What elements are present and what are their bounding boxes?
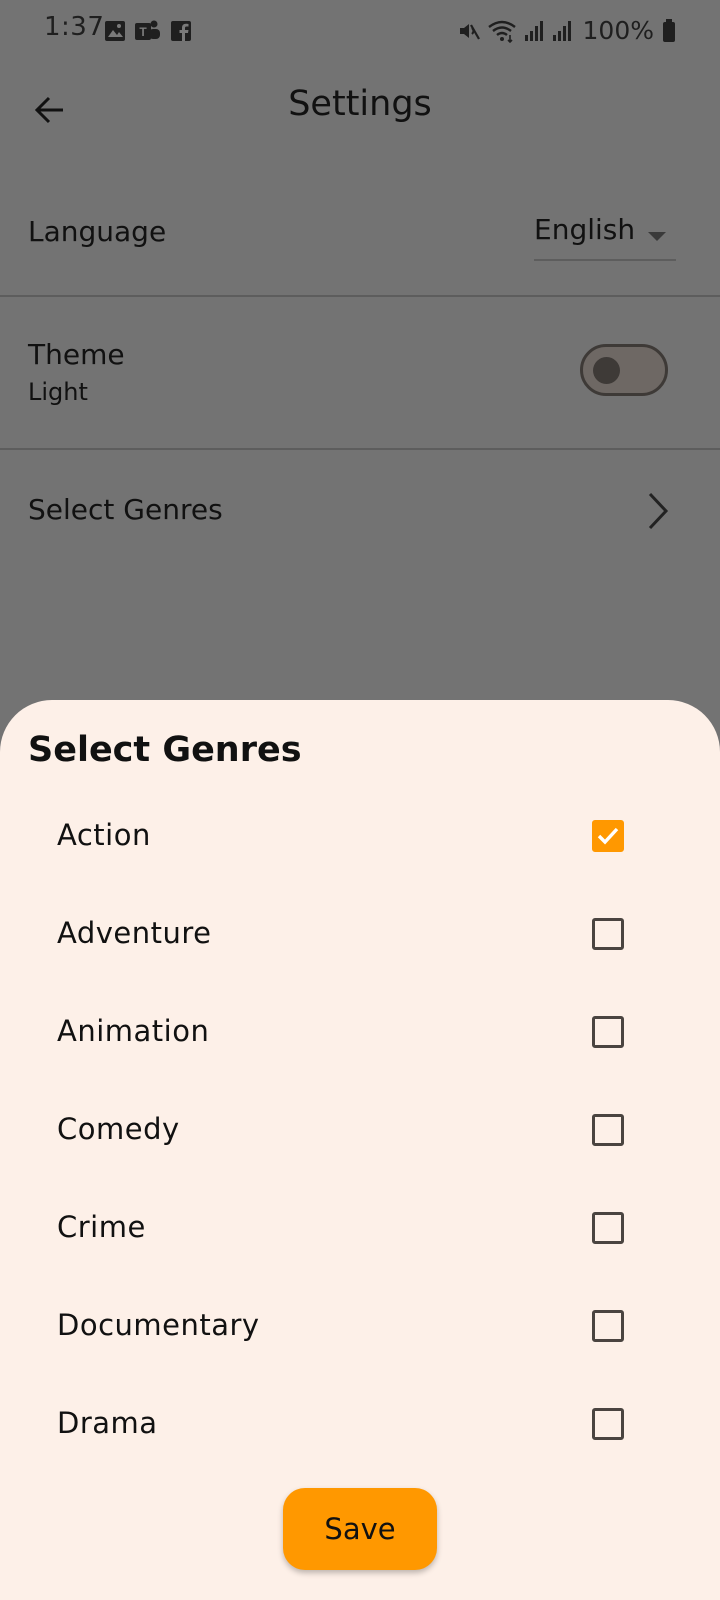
status-time: 1:37 xyxy=(44,12,105,42)
genre-label: Crime xyxy=(57,1210,146,1244)
caret-down-icon xyxy=(648,227,666,246)
battery-percent: 100% xyxy=(582,16,654,45)
theme-toggle[interactable] xyxy=(580,344,668,396)
language-label: Language xyxy=(28,215,167,248)
genre-list: Action Adventure Animation Comedy Crime … xyxy=(0,787,720,1473)
genre-checkbox[interactable] xyxy=(592,1016,624,1048)
wifi-icon xyxy=(487,19,517,43)
genre-item-animation[interactable]: Animation xyxy=(0,983,720,1081)
settings-row-theme: Theme Light xyxy=(0,296,720,448)
teams-icon: T xyxy=(134,19,162,43)
genre-label: Adventure xyxy=(57,916,212,950)
sheet-title: Select Genres xyxy=(28,730,302,770)
language-dropdown[interactable]: English xyxy=(534,211,676,261)
genre-label: Animation xyxy=(57,1014,210,1048)
chevron-right-icon xyxy=(640,485,676,537)
save-button[interactable]: Save xyxy=(283,1488,437,1570)
theme-value: Light xyxy=(28,378,88,406)
facebook-icon xyxy=(170,20,192,42)
status-left-icons: T xyxy=(104,19,192,43)
genre-checkbox[interactable] xyxy=(592,1212,624,1244)
genre-label: Documentary xyxy=(57,1308,260,1342)
gallery-icon xyxy=(104,20,126,42)
settings-row-language: Language English xyxy=(0,175,720,295)
language-value: English xyxy=(534,213,636,246)
genre-item-action[interactable]: Action xyxy=(0,787,720,885)
genres-bottom-sheet: Select Genres Action Adventure Animation… xyxy=(0,700,720,1600)
status-bar: 1:37 T 100% xyxy=(0,0,720,58)
signal-icon xyxy=(523,20,545,42)
toggle-knob xyxy=(593,357,620,384)
genre-item-comedy[interactable]: Comedy xyxy=(0,1081,720,1179)
select-genres-label: Select Genres xyxy=(28,493,223,526)
app-bar: Settings xyxy=(0,58,720,158)
status-right-icons: 100% xyxy=(457,16,676,45)
genre-label: Action xyxy=(57,818,151,852)
signal-icon-2 xyxy=(551,20,573,42)
genre-checkbox[interactable] xyxy=(592,1114,624,1146)
battery-icon xyxy=(662,18,676,43)
theme-label: Theme xyxy=(28,338,125,371)
checkmark-icon xyxy=(597,827,619,845)
genre-checkbox[interactable] xyxy=(592,1408,624,1440)
page-title: Settings xyxy=(288,84,432,124)
genre-item-crime[interactable]: Crime xyxy=(0,1179,720,1277)
genre-checkbox[interactable] xyxy=(592,1310,624,1342)
svg-text:T: T xyxy=(139,25,147,39)
settings-row-genres[interactable]: Select Genres xyxy=(0,449,720,579)
genre-item-adventure[interactable]: Adventure xyxy=(0,885,720,983)
mute-icon xyxy=(457,19,481,43)
genre-label: Comedy xyxy=(57,1112,180,1146)
genre-label: Drama xyxy=(57,1406,158,1440)
genre-checkbox[interactable] xyxy=(592,820,624,852)
genre-item-documentary[interactable]: Documentary xyxy=(0,1277,720,1375)
genre-checkbox[interactable] xyxy=(592,918,624,950)
genre-item-drama[interactable]: Drama xyxy=(0,1375,720,1473)
